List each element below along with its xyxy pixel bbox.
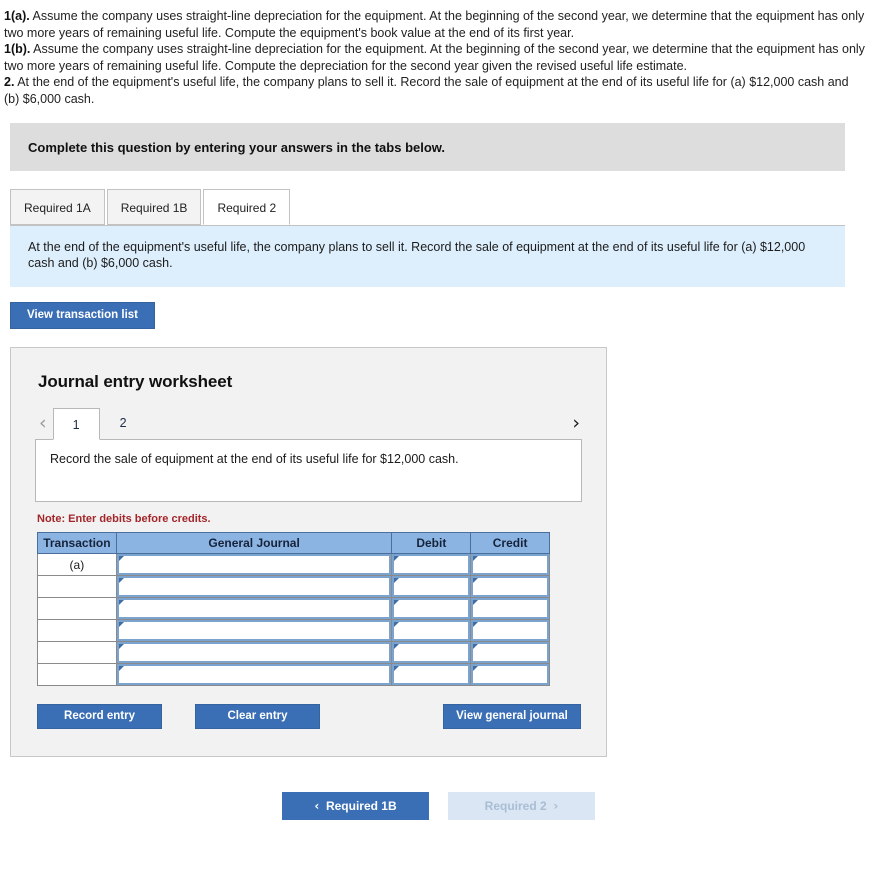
transaction-label-3 xyxy=(37,597,117,620)
instruction-banner-text: Complete this question by entering your … xyxy=(28,139,446,155)
table-row xyxy=(37,641,550,664)
credit-input-4[interactable] xyxy=(471,620,549,641)
transaction-label-1: (a) xyxy=(37,553,117,576)
table-header-row: Transaction General Journal Debit Credit xyxy=(37,532,550,554)
column-header-general-journal: General Journal xyxy=(115,532,393,554)
debit-input-1[interactable] xyxy=(392,554,471,575)
prompt-line-2: 2. At the end of the equipment's useful … xyxy=(4,74,867,107)
credit-cell-4 xyxy=(470,619,550,642)
general-journal-input-2[interactable] xyxy=(116,576,392,597)
general-journal-input-4[interactable] xyxy=(116,620,392,641)
transaction-label-2 xyxy=(37,575,117,598)
nav-next-label: Required 2 xyxy=(484,799,547,813)
prompt-line-1a: 1(a). Assume the company uses straight-l… xyxy=(4,8,867,41)
table-row xyxy=(37,663,550,686)
nav-prev-label: Required 1B xyxy=(325,799,397,813)
view-general-journal-button[interactable]: View general journal xyxy=(443,704,581,729)
transaction-label-5 xyxy=(37,641,117,664)
credit-input-3[interactable] xyxy=(471,598,549,619)
credit-cell-3 xyxy=(470,597,550,620)
prompt-text-2: At the end of the equipment's useful lif… xyxy=(4,75,849,106)
journal-entry-worksheet-panel: Journal entry worksheet ‹ 1 2 › Record t… xyxy=(10,347,607,757)
credit-input-2[interactable] xyxy=(471,576,549,597)
debit-input-5[interactable] xyxy=(392,642,471,663)
debits-before-credits-note: Note: Enter debits before credits. xyxy=(37,513,211,525)
table-row: (a) xyxy=(37,553,550,576)
column-header-credit: Credit xyxy=(470,532,550,554)
chevron-left-icon[interactable]: ‹ xyxy=(35,414,53,439)
record-entry-button[interactable]: Record entry xyxy=(37,704,162,729)
credit-cell-2 xyxy=(470,575,550,598)
prompt-label-1a: 1(a). xyxy=(4,9,30,23)
column-header-transaction: Transaction xyxy=(37,532,117,554)
debit-input-3[interactable] xyxy=(392,598,471,619)
instruction-banner: Complete this question by entering your … xyxy=(10,123,845,171)
prompt-text-1a: Assume the company uses straight-line de… xyxy=(4,9,865,40)
chevron-left-icon: ‹ xyxy=(314,799,320,813)
transaction-label-6 xyxy=(37,663,117,686)
nav-next-required-2-button: Required 2 › xyxy=(448,792,595,820)
general-journal-input-1[interactable] xyxy=(116,554,392,575)
tab-required-2[interactable]: Required 2 xyxy=(203,189,291,225)
prompt-label-2: 2. xyxy=(4,75,15,89)
debit-input-2[interactable] xyxy=(392,576,471,597)
worksheet-page-2[interactable]: 2 xyxy=(100,407,147,439)
general-journal-cell-4 xyxy=(115,619,393,642)
requirement-description: At the end of the equipment's useful lif… xyxy=(10,226,845,287)
question-prompt: 1(a). Assume the company uses straight-l… xyxy=(0,0,877,107)
credit-input-5[interactable] xyxy=(471,642,549,663)
view-transaction-list-button[interactable]: View transaction list xyxy=(10,302,155,329)
credit-cell-6 xyxy=(470,663,550,686)
bottom-navigation: ‹ Required 1B Required 2 › xyxy=(0,792,877,820)
debit-input-4[interactable] xyxy=(392,620,471,641)
prompt-text-1b: Assume the company uses straight-line de… xyxy=(4,42,865,73)
general-journal-cell-1 xyxy=(115,553,393,576)
prompt-label-1b: 1(b). xyxy=(4,42,31,56)
general-journal-cell-2 xyxy=(115,575,393,598)
table-row xyxy=(37,575,550,598)
chevron-right-icon[interactable]: › xyxy=(568,414,582,439)
general-journal-input-3[interactable] xyxy=(116,598,392,619)
worksheet-page-1[interactable]: 1 xyxy=(52,408,100,440)
table-row xyxy=(37,597,550,620)
debit-cell-2 xyxy=(391,575,472,598)
prompt-line-1b: 1(b). Assume the company uses straight-l… xyxy=(4,41,867,74)
transaction-label-4 xyxy=(37,619,117,642)
general-journal-cell-5 xyxy=(115,641,393,664)
tab-required-1a[interactable]: Required 1A xyxy=(10,189,105,225)
column-header-debit: Debit xyxy=(391,532,472,554)
clear-entry-button[interactable]: Clear entry xyxy=(195,704,320,729)
entry-description-box: Record the sale of equipment at the end … xyxy=(35,439,582,502)
worksheet-pager: ‹ 1 2 › xyxy=(35,406,582,440)
debit-cell-4 xyxy=(391,619,472,642)
credit-input-1[interactable] xyxy=(471,554,549,575)
nav-prev-required-1b-button[interactable]: ‹ Required 1B xyxy=(282,792,429,820)
worksheet-title: Journal entry worksheet xyxy=(38,372,233,391)
chevron-right-icon: › xyxy=(553,799,559,813)
requirement-tabs: Required 1A Required 1B Required 2 xyxy=(10,189,845,226)
debit-input-6[interactable] xyxy=(392,664,471,685)
tab-required-1b[interactable]: Required 1B xyxy=(106,189,202,225)
general-journal-cell-3 xyxy=(115,597,393,620)
debit-cell-5 xyxy=(391,641,472,664)
general-journal-input-6[interactable] xyxy=(116,664,392,685)
debit-cell-6 xyxy=(391,663,472,686)
worksheet-actions: Record entry Clear entry View general jo… xyxy=(35,704,582,734)
general-journal-cell-6 xyxy=(115,663,393,686)
credit-input-6[interactable] xyxy=(471,664,549,685)
journal-entry-table: Transaction General Journal Debit Credit… xyxy=(37,532,550,686)
table-row xyxy=(37,619,550,642)
general-journal-input-5[interactable] xyxy=(116,642,392,663)
credit-cell-1 xyxy=(470,553,550,576)
debit-cell-3 xyxy=(391,597,472,620)
credit-cell-5 xyxy=(470,641,550,664)
debit-cell-1 xyxy=(391,553,472,576)
